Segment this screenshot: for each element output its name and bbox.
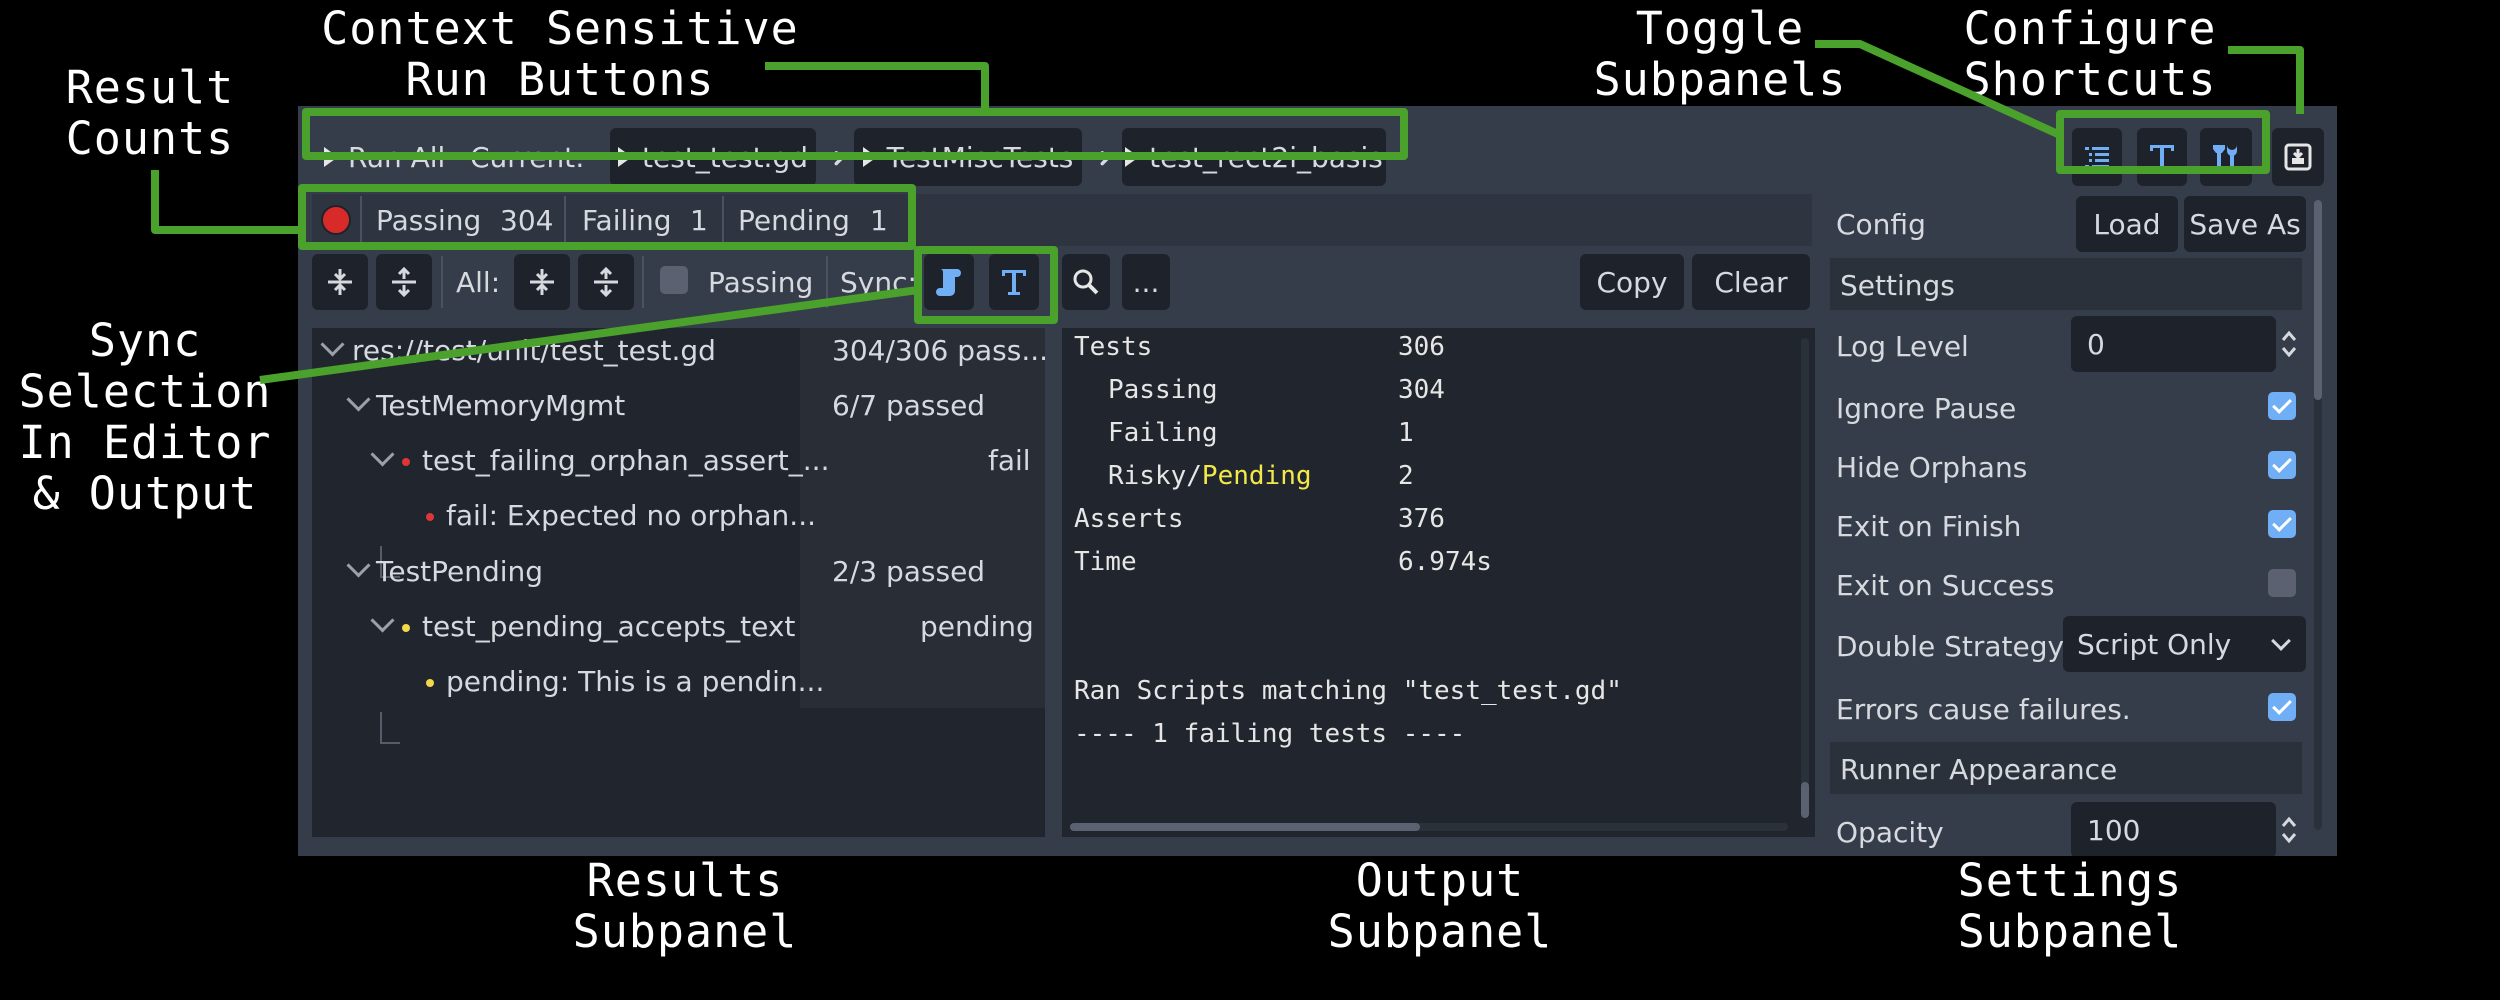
run-buttons-highlight — [302, 108, 1408, 160]
annotation-connectors — [151, 40, 2304, 384]
shortcuts-connector — [2228, 46, 2304, 114]
counts-connector — [151, 170, 302, 234]
sync-highlight — [914, 246, 1058, 324]
sync-connector — [259, 286, 919, 384]
run-buttons-connector — [765, 62, 989, 112]
toggle-connector — [1815, 40, 2062, 139]
toggle-highlight — [2056, 110, 2270, 174]
counts-highlight — [298, 184, 916, 250]
